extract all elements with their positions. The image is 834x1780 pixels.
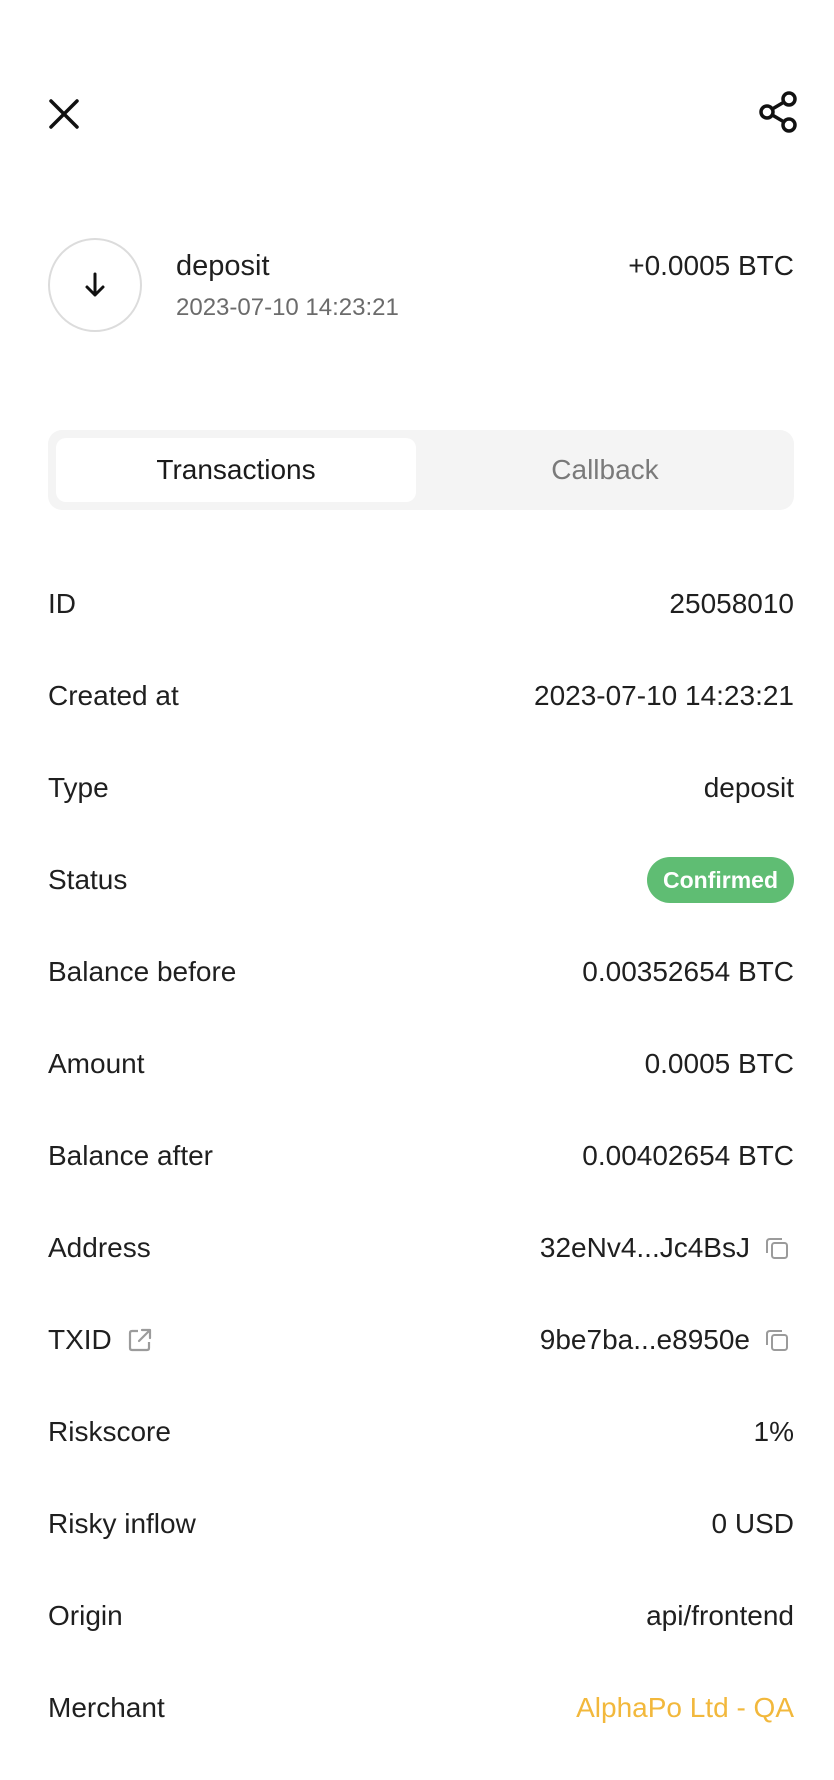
detail-value: 2023-07-10 14:23:21 <box>534 680 794 711</box>
detail-row-riskscore: Riskscore 1% <box>48 1386 794 1478</box>
detail-value-wrap: 32eNv4...Jc4BsJ <box>540 1231 794 1265</box>
detail-value: api/frontend <box>646 1600 794 1631</box>
detail-row-origin: Origin api/frontend <box>48 1570 794 1662</box>
detail-value: 0.0005 BTC <box>644 1048 794 1079</box>
detail-label: Type <box>48 772 109 803</box>
address-value: 32eNv4...Jc4BsJ <box>539 1232 750 1263</box>
detail-row-risky-inflow: Risky inflow 0 USD <box>48 1478 794 1570</box>
transaction-details: ID 25058010 Created at 2023-07-10 14:23:… <box>48 558 794 1754</box>
status-badge: Confirmed <box>647 857 794 903</box>
detail-label: Balance before <box>48 956 237 987</box>
detail-label: Address <box>48 1232 151 1263</box>
detail-row-type: Type deposit <box>48 742 794 834</box>
copy-icon <box>766 1238 788 1259</box>
transaction-summary: deposit 2023-07-10 14:23:21 +0.0005 BTC <box>48 238 794 334</box>
transaction-date: 2023-07-10 14:23:21 <box>176 294 399 321</box>
detail-label: Riskscore <box>48 1416 171 1447</box>
detail-label: ID <box>48 588 76 619</box>
detail-value: 1% <box>753 1416 794 1447</box>
share-button[interactable] <box>748 82 808 142</box>
close-icon <box>49 99 79 129</box>
detail-value: 25058010 <box>669 588 794 619</box>
detail-label: Merchant <box>48 1692 165 1723</box>
detail-label: Created at <box>48 680 179 711</box>
close-button[interactable] <box>38 88 90 140</box>
open-txid-link-button[interactable] <box>124 1324 156 1356</box>
detail-row-status: Status Confirmed <box>48 834 794 926</box>
detail-row-txid: TXID 9be7ba...e8950e <box>48 1294 794 1386</box>
transaction-amount: +0.0005 BTC <box>628 250 794 281</box>
tab-callback[interactable]: Callback <box>424 438 786 502</box>
copy-icon <box>766 1330 788 1351</box>
copy-address-button[interactable] <box>760 1231 794 1265</box>
share-icon <box>759 91 797 133</box>
detail-label: Origin <box>48 1600 123 1631</box>
transaction-direction-badge <box>48 238 142 332</box>
tab-bar: Transactions Callback <box>48 430 794 510</box>
detail-row-balance-after: Balance after 0.00402654 BTC <box>48 1110 794 1202</box>
detail-label: Amount <box>48 1048 145 1079</box>
detail-value: deposit <box>703 772 794 803</box>
external-link-icon <box>128 1328 151 1352</box>
copy-txid-button[interactable] <box>760 1323 794 1357</box>
transaction-type: deposit <box>176 250 270 282</box>
detail-row-balance-before: Balance before 0.00352654 BTC <box>48 926 794 1018</box>
detail-label: Risky inflow <box>48 1508 196 1539</box>
detail-row-merchant: Merchant AlphaPo Ltd - QA <box>48 1662 794 1754</box>
detail-label-wrap: TXID <box>48 1324 156 1356</box>
detail-row-address: Address 32eNv4...Jc4BsJ <box>48 1202 794 1294</box>
detail-value: 0.00402654 BTC <box>582 1140 794 1171</box>
detail-value: 0 USD <box>711 1508 794 1539</box>
detail-value-wrap: 9be7ba...e8950e <box>540 1323 794 1357</box>
detail-row-created-at: Created at 2023-07-10 14:23:21 <box>48 650 794 742</box>
detail-row-id: ID 25058010 <box>48 558 794 650</box>
detail-label: Balance after <box>48 1140 213 1171</box>
detail-row-amount: Amount 0.0005 BTC <box>48 1018 794 1110</box>
detail-value: 0.00352654 BTC <box>582 956 794 987</box>
txid-label: TXID <box>48 1324 112 1355</box>
arrow-down-icon <box>85 272 105 297</box>
merchant-link[interactable]: AlphaPo Ltd - QA <box>576 1692 794 1724</box>
tab-transactions[interactable]: Transactions <box>56 438 416 502</box>
detail-label: Status <box>48 864 128 895</box>
txid-value: 9be7ba...e8950e <box>539 1324 750 1355</box>
